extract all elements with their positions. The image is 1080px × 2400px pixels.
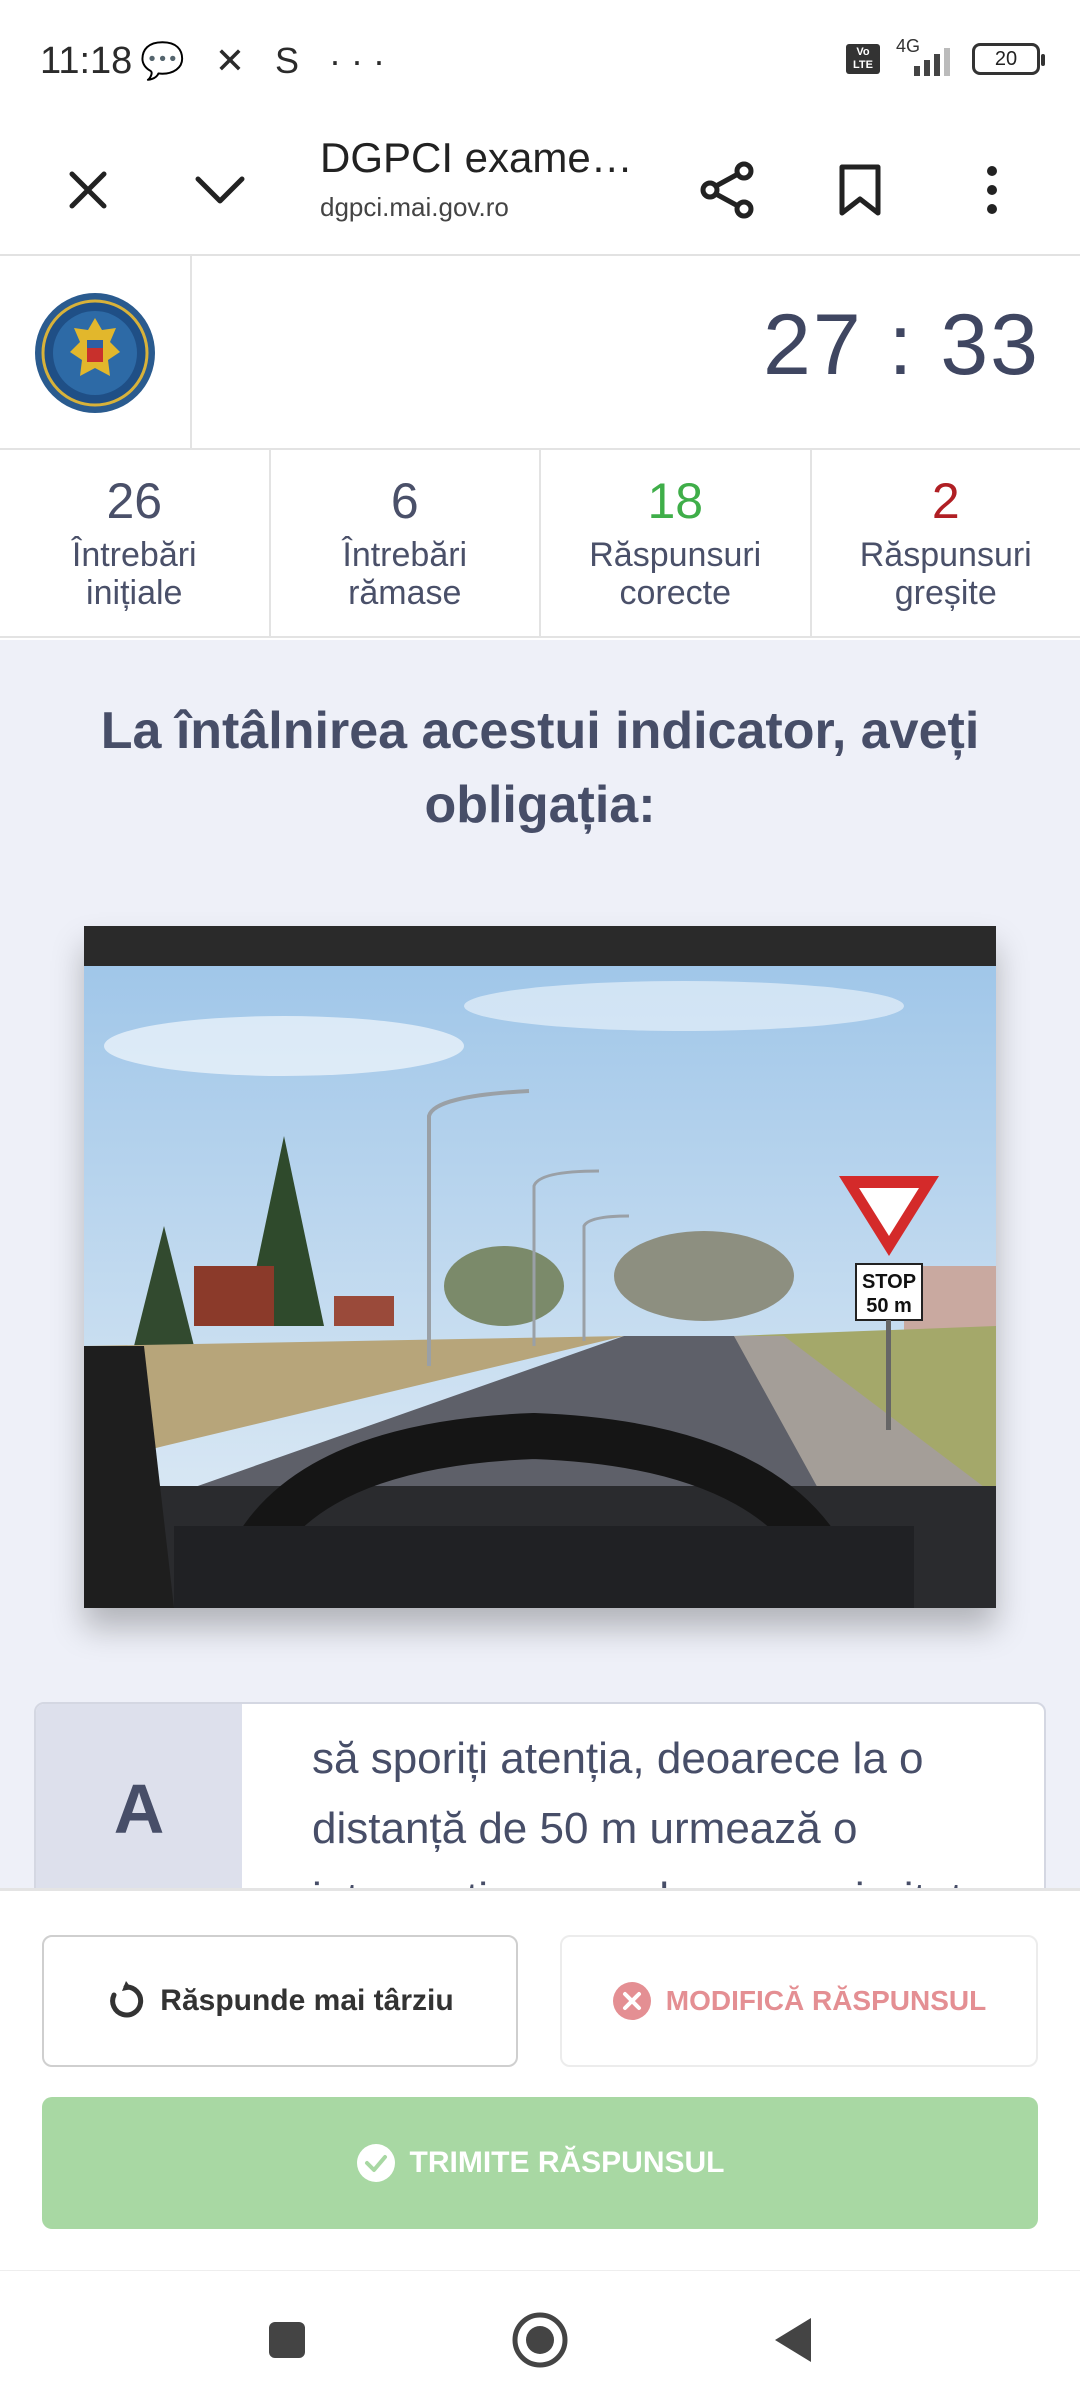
submit-answer-button[interactable]: TRIMITE RĂSPUNSUL: [42, 2097, 1038, 2229]
sign-line1: STOP: [862, 1271, 916, 1293]
stat-value: 18: [647, 473, 704, 529]
back-icon[interactable]: [758, 2305, 828, 2375]
recent-apps-icon[interactable]: [252, 2305, 322, 2375]
volte-icon: Vo LTE: [846, 44, 880, 74]
more-options-icon[interactable]: [952, 150, 1032, 230]
emblem-icon: [35, 293, 155, 413]
status-time: 11:18: [40, 40, 133, 82]
cancel-circle-icon: [612, 1982, 651, 2020]
answer-later-button[interactable]: Răspunde mai târziu: [42, 1935, 518, 2067]
stat-label-line1: Răspunsuri: [859, 536, 1032, 574]
stat-wrong-answers: 2 Răspunsuri greșite: [812, 450, 1080, 636]
stat-value: 6: [390, 473, 419, 529]
stat-label-line1: Întrebări: [71, 536, 197, 574]
question-image: STOP 50 m: [84, 926, 996, 1608]
stat-remaining-questions: 6 Întrebări rămase: [271, 450, 541, 636]
answer-text: să sporiți atenția, deoarece la o distan…: [312, 1734, 987, 1888]
refresh-icon: [110, 1981, 144, 2018]
close-icon[interactable]: [48, 150, 128, 230]
stat-initial-questions: 26 Întrebări inițiale: [0, 450, 271, 636]
exam-timer: 27 : 33: [763, 297, 1040, 393]
question-area: La întâlnirea acestui indicator, aveți o…: [0, 640, 1080, 1888]
modify-answer-label: MODIFICĂ RĂSPUNSUL: [665, 1985, 987, 2016]
browser-toolbar: DGPCI exame… dgpci.mai.gov.ro: [0, 120, 1080, 256]
stats-row: 26 Întrebări inițiale 6 Întrebări rămase…: [0, 450, 1080, 638]
stat-label-line1: Întrebări: [342, 536, 468, 574]
answer-later-label: Răspunde mai târziu: [160, 1984, 454, 2017]
stat-correct-answers: 18 Răspunsuri corecte: [541, 450, 812, 636]
page-title: DGPCI exame…: [320, 134, 633, 181]
share-icon[interactable]: [688, 150, 768, 230]
stat-label-line2: corecte: [619, 574, 732, 612]
submit-answer-label: TRIMITE RĂSPUNSUL: [409, 2146, 725, 2179]
signal-icon: 4G: [896, 36, 956, 76]
stat-value: 2: [931, 473, 960, 529]
sign-line2: 50 m: [866, 1295, 912, 1317]
stat-label-line2: inițiale: [86, 574, 183, 612]
question-text: La întâlnirea acestui indicator, aveți o…: [100, 702, 980, 834]
stat-label-line2: rămase: [348, 574, 462, 612]
answer-option-a[interactable]: A să sporiți atenția, deoarece la o dist…: [34, 1702, 1046, 1888]
status-bar: 11:18 💬 ✕ S ··· Vo LTE 4G 20: [0, 0, 1080, 120]
action-panel: Răspunde mai târziu MODIFICĂ RĂSPUNSUL T…: [0, 1888, 1080, 2270]
stat-label-line2: greșite: [894, 574, 997, 612]
page-url: dgpci.mai.gov.ro: [320, 192, 509, 222]
check-circle-icon: [356, 2144, 395, 2182]
stat-value: 26: [106, 473, 163, 529]
system-nav-bar: [0, 2270, 1080, 2400]
logo: [0, 256, 192, 450]
notification-icons: 💬 ✕ S ···: [140, 40, 395, 81]
stat-label-line1: Răspunsuri: [589, 536, 762, 574]
exam-header: 27 : 33: [0, 256, 1080, 450]
status-right: Vo LTE 4G 20: [846, 36, 1045, 76]
answer-letter: A: [36, 1704, 242, 1888]
bookmark-icon[interactable]: [820, 150, 900, 230]
chevron-down-icon[interactable]: [180, 150, 260, 230]
battery-icon: 20: [972, 43, 1045, 75]
home-icon[interactable]: [505, 2305, 575, 2375]
modify-answer-button[interactable]: MODIFICĂ RĂSPUNSUL: [560, 1935, 1038, 2067]
